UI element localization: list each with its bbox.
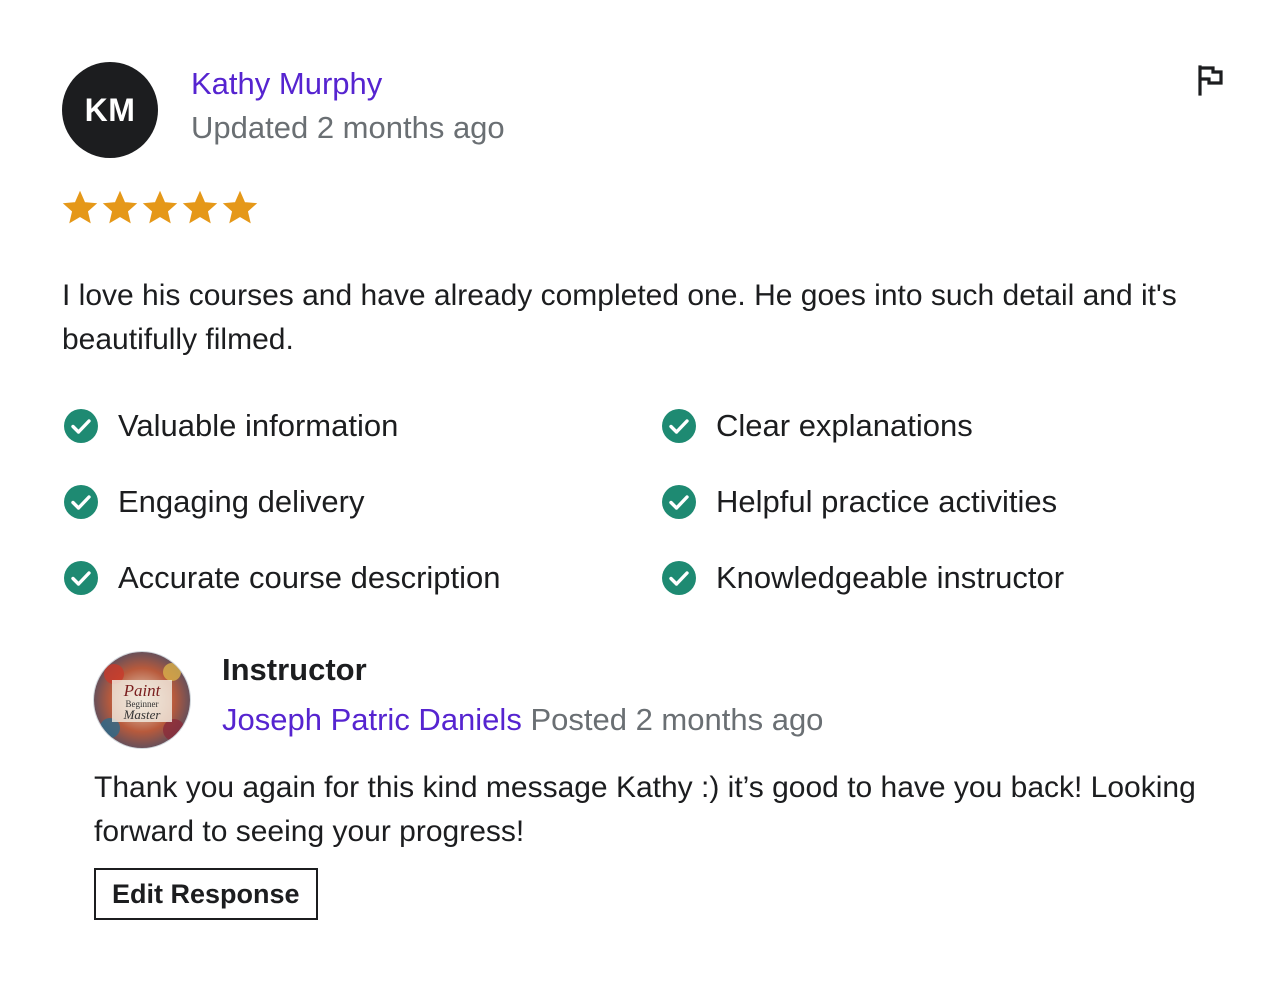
reviewer-avatar: KM: [62, 62, 158, 158]
response-timestamp: Posted 2 months ago: [530, 702, 824, 737]
flag-icon: [1198, 65, 1223, 96]
check-circle-icon: [662, 561, 696, 595]
instructor-role-label: Instructor: [222, 652, 367, 687]
tag-label: Clear explanations: [716, 408, 973, 443]
star-icon: [102, 190, 138, 224]
star-rating: [62, 190, 258, 226]
tag-label: Valuable information: [118, 408, 399, 443]
star-icon: [182, 190, 218, 224]
tag-item: Valuable information: [62, 408, 660, 444]
tag-item: Helpful practice activities: [660, 484, 1220, 520]
check-circle-icon: [64, 561, 98, 595]
star-icon: [142, 190, 178, 224]
instructor-avatar[interactable]: Paint Beginner Master: [94, 652, 190, 748]
tag-label: Engaging delivery: [118, 484, 365, 519]
report-flag-button[interactable]: [1190, 60, 1230, 100]
edit-response-button[interactable]: Edit Response: [94, 868, 318, 920]
tag-item: Accurate course description: [62, 560, 660, 596]
reviewer-name-link[interactable]: Kathy Murphy: [191, 66, 382, 102]
check-circle-icon: [64, 409, 98, 443]
tag-label: Helpful practice activities: [716, 484, 1058, 519]
review-timestamp: Updated 2 months ago: [191, 110, 505, 145]
review-text: I love his courses and have already comp…: [62, 279, 1177, 356]
tag-label: Accurate course description: [118, 560, 501, 595]
response-text: Thank you again for this kind message Ka…: [94, 771, 1196, 848]
review-card: KM Kathy Murphy Updated 2 months ago I l…: [0, 0, 1286, 986]
check-circle-icon: [64, 485, 98, 519]
tag-item: Clear explanations: [660, 408, 1220, 444]
check-circle-icon: [662, 409, 696, 443]
review-tags: Valuable information Clear explanations …: [62, 408, 1222, 596]
avatar-text-line: Master: [123, 707, 162, 722]
tag-label: Knowledgeable instructor: [716, 560, 1065, 595]
instructor-byline: Joseph Patric Daniels Posted 2 months ag…: [222, 702, 823, 738]
tag-item: Knowledgeable instructor: [660, 560, 1220, 596]
instructor-avatar-image: Paint Beginner Master: [94, 652, 190, 748]
instructor-name-link[interactable]: Joseph Patric Daniels: [222, 702, 522, 737]
star-icon: [62, 190, 98, 224]
star-icon: [222, 190, 258, 224]
reviewer-initials: KM: [84, 91, 136, 128]
avatar-text-line: Paint: [123, 681, 162, 700]
check-circle-icon: [662, 485, 696, 519]
tag-item: Engaging delivery: [62, 484, 660, 520]
